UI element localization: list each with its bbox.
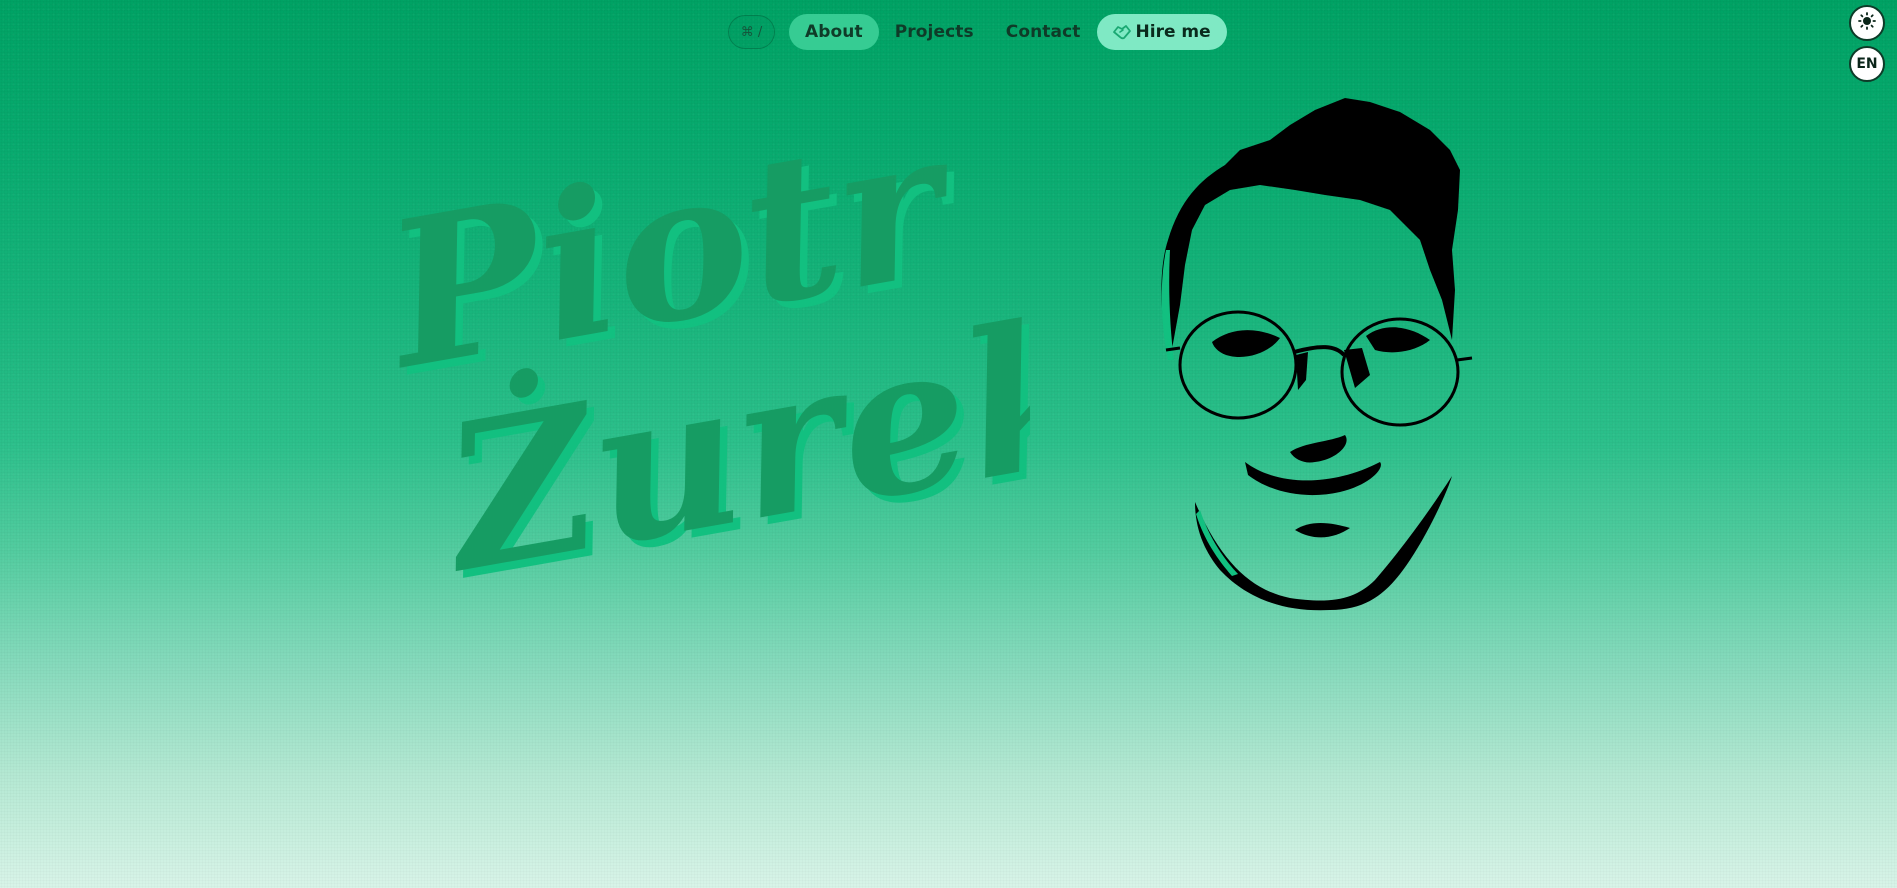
language-switch-button[interactable]: EN — [1849, 46, 1885, 82]
hero-name-artwork: Piotr Piotr Żurek Żurek — [380, 105, 1030, 625]
main-nav: ⌘ / About Projects Contact Hire me — [728, 14, 1227, 50]
theme-toggle-button[interactable] — [1849, 5, 1885, 41]
handshake-icon — [1112, 23, 1132, 41]
nav-projects[interactable]: Projects — [879, 14, 990, 50]
hire-me-button[interactable]: Hire me — [1096, 14, 1227, 50]
command-palette-button[interactable]: ⌘ / — [728, 15, 775, 49]
nav-about[interactable]: About — [789, 14, 879, 50]
nav-contact[interactable]: Contact — [990, 14, 1097, 50]
glasses-left-lens — [1178, 310, 1298, 420]
sun-icon — [1858, 12, 1876, 34]
jaw-line — [1195, 476, 1452, 611]
mouth-shape — [1245, 462, 1381, 496]
hire-me-label: Hire me — [1135, 22, 1211, 42]
face-portrait-illustration — [1161, 98, 1473, 611]
